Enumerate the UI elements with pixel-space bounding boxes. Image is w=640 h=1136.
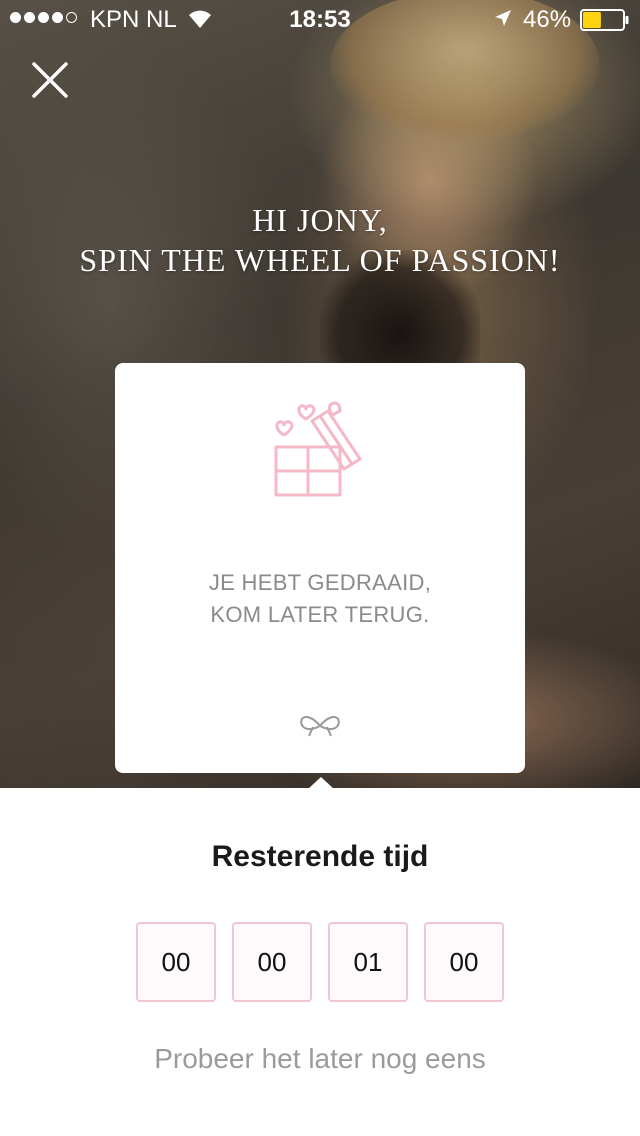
battery-percent: 46%: [523, 6, 572, 33]
location-arrow-icon: [495, 10, 511, 26]
card-pointer: [308, 777, 334, 789]
status-bar: KPN NL 18:53 46%: [0, 0, 640, 40]
remaining-time-title: Resterende tijd: [211, 840, 429, 873]
countdown-digit-box: 00: [232, 922, 312, 1002]
bow-icon: [300, 716, 340, 737]
message-line-1: JE HEBT GEDRAAID,: [208, 570, 432, 595]
countdown-digit-box: 00: [424, 922, 504, 1002]
gift-hearts-icon: [274, 401, 362, 497]
message-line-2: KOM LATER TERUG.: [210, 602, 430, 627]
spin-status-message: JE HEBT GEDRAAID, KOM LATER TERUG.: [115, 567, 525, 631]
title-greeting: HI JONY,: [252, 202, 388, 238]
countdown-digit-box: 01: [328, 922, 408, 1002]
title-instruction: SPIN THE WHEEL OF PASSION!: [79, 242, 561, 278]
battery-icon: [580, 9, 629, 31]
countdown-timer: 00 00 01 00: [136, 922, 504, 1002]
result-card: JE HEBT GEDRAAID, KOM LATER TERUG.: [115, 363, 525, 773]
retry-later-text: Probeer het later nog eens: [154, 1043, 486, 1074]
countdown-digit-box: 00: [136, 922, 216, 1002]
page-title: HI JONY, SPIN THE WHEEL OF PASSION!: [0, 200, 640, 280]
close-icon[interactable]: [30, 60, 70, 100]
